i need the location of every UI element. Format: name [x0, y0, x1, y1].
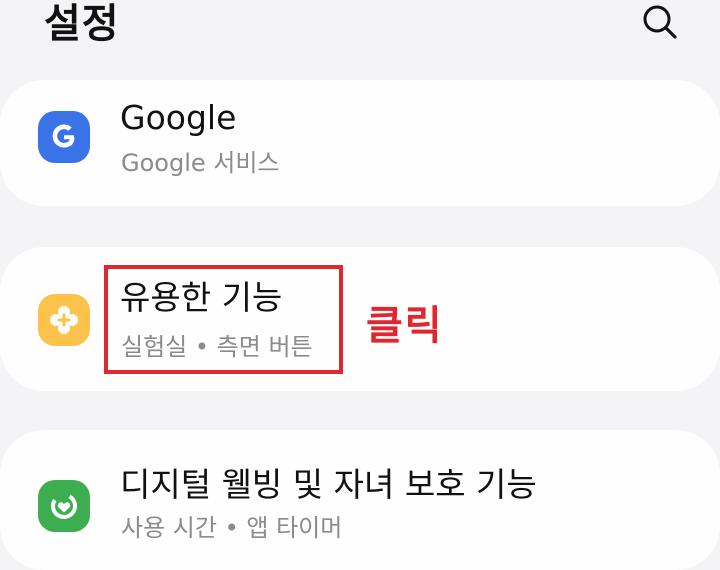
settings-item-digital-wellbeing[interactable]: 디지털 웰빙 및 자녀 보호 기능 사용 시간 • 앱 타이머 — [0, 430, 720, 570]
advanced-features-icon — [38, 294, 90, 346]
item-subtitle: Google 서비스 — [121, 149, 280, 177]
settings-item-google[interactable]: Google Google 서비스 — [0, 80, 720, 206]
google-icon — [38, 111, 90, 163]
item-title: 디지털 웰빙 및 자녀 보호 기능 — [120, 465, 537, 504]
search-button[interactable] — [638, 2, 682, 42]
page-title: 설정 — [44, 1, 120, 47]
digital-wellbeing-icon — [38, 480, 90, 532]
search-icon — [643, 5, 677, 39]
item-subtitle: 사용 시간 • 앱 타이머 — [121, 514, 343, 542]
highlight-box — [104, 265, 343, 374]
click-annotation: 클릭 — [366, 303, 444, 349]
item-title: Google — [120, 98, 237, 137]
